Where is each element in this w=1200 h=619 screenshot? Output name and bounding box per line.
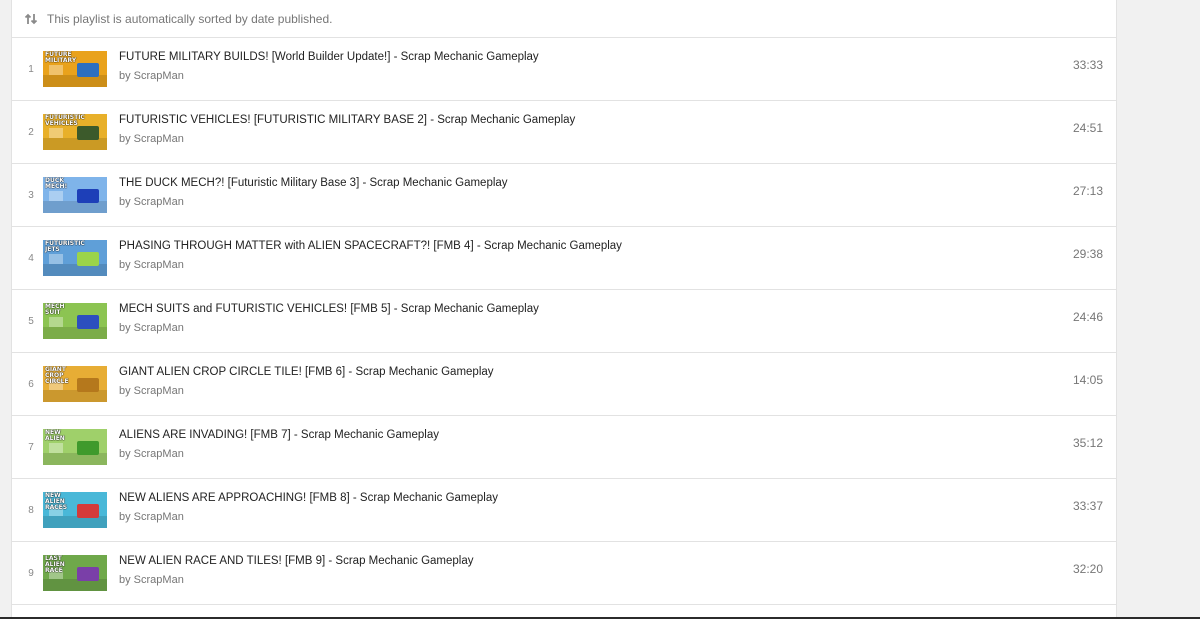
video-title-link[interactable]: PHASING THROUGH MATTER with ALIEN SPACEC… [119, 240, 622, 252]
video-thumbnail[interactable]: NEW ALIEN [43, 429, 107, 465]
thumbnail-caption: FUTURISTIC JETS [45, 240, 85, 253]
video-owner[interactable]: by ScrapMan [119, 70, 184, 82]
video-thumbnail[interactable]: FUTURISTIC VEHICLES [43, 114, 107, 150]
playlist-video-row[interactable]: 9 LAST ALIEN RACE NEW ALIEN RACE AND TIL… [12, 542, 1116, 605]
playlist-video-row[interactable]: 8 NEW ALIEN RACES NEW ALIENS ARE APPROAC… [12, 479, 1116, 542]
video-title-link[interactable]: THE DUCK MECH?! [Futuristic Military Bas… [119, 177, 508, 189]
playlist-video-row[interactable]: 1 FUTURE MILITARY FUTURE MILITARY BUILDS… [12, 38, 1116, 101]
video-thumbnail[interactable]: LAST ALIEN RACE [43, 555, 107, 591]
sort-notice: This playlist is automatically sorted by… [12, 0, 1116, 38]
thumbnail-subject [77, 126, 99, 140]
playlist-video-row[interactable]: 7 NEW ALIEN ALIENS ARE INVADING! [FMB 7]… [12, 416, 1116, 479]
video-thumbnail[interactable]: NEW ALIEN RACES [43, 492, 107, 528]
video-duration: 33:33 [1072, 58, 1103, 72]
video-thumbnail[interactable]: DUCK MECH! [43, 177, 107, 213]
thumbnail-shape [49, 254, 63, 264]
video-title-link[interactable]: NEW ALIEN RACE AND TILES! [FMB 9] - Scra… [119, 555, 473, 567]
video-thumbnail[interactable]: MECH SUIT [43, 303, 107, 339]
video-owner[interactable]: by ScrapMan [119, 511, 184, 523]
thumbnail-subject [77, 252, 99, 266]
video-owner[interactable]: by ScrapMan [119, 574, 184, 586]
video-owner[interactable]: by ScrapMan [119, 133, 184, 145]
playlist-video-row[interactable]: 3 DUCK MECH! THE DUCK MECH?! [Futuristic… [12, 164, 1116, 227]
video-owner[interactable]: by ScrapMan [119, 322, 184, 334]
thumbnail-shape [49, 65, 63, 75]
video-duration: 29:38 [1072, 247, 1103, 261]
video-thumbnail[interactable]: FUTURISTIC JETS [43, 240, 107, 276]
video-duration: 33:37 [1072, 499, 1103, 513]
playlist-video-row[interactable]: 4 FUTURISTIC JETS PHASING THROUGH MATTER… [12, 227, 1116, 290]
video-thumbnail[interactable]: GIANT CROP CIRCLE [43, 366, 107, 402]
thumbnail-caption: NEW ALIEN [45, 429, 65, 442]
thumbnail-caption: LAST ALIEN RACE [45, 555, 65, 574]
thumbnail-subject [77, 504, 99, 518]
thumbnail-caption: NEW ALIEN RACES [45, 492, 68, 511]
video-title-link[interactable]: NEW ALIENS ARE APPROACHING! [FMB 8] - Sc… [119, 492, 498, 504]
thumbnail-shape [49, 128, 63, 138]
thumbnail-caption: MECH SUIT [45, 303, 65, 316]
sort-notice-text: This playlist is automatically sorted by… [47, 11, 333, 26]
video-title-link[interactable]: ALIENS ARE INVADING! [FMB 7] - Scrap Mec… [119, 429, 439, 441]
video-owner[interactable]: by ScrapMan [119, 196, 184, 208]
thumbnail-shape [49, 443, 63, 453]
playlist-video-row[interactable]: 6 GIANT CROP CIRCLE GIANT ALIEN CROP CIR… [12, 353, 1116, 416]
thumbnail-subject [77, 441, 99, 455]
video-owner[interactable]: by ScrapMan [119, 385, 184, 397]
video-title-link[interactable]: MECH SUITS and FUTURISTIC VEHICLES! [FMB… [119, 303, 539, 315]
video-duration: 27:13 [1072, 184, 1103, 198]
video-duration: 35:12 [1072, 436, 1103, 450]
sort-icon [24, 12, 38, 26]
video-duration: 24:46 [1072, 310, 1103, 324]
thumbnail-subject [77, 63, 99, 77]
thumbnail-subject [77, 567, 99, 581]
video-duration: 24:51 [1072, 121, 1103, 135]
thumbnail-subject [77, 315, 99, 329]
video-owner[interactable]: by ScrapMan [119, 448, 184, 460]
video-thumbnail[interactable]: FUTURE MILITARY [43, 51, 107, 87]
thumbnail-caption: GIANT CROP CIRCLE [45, 366, 69, 385]
video-title-link[interactable]: FUTURE MILITARY BUILDS! [World Builder U… [119, 51, 539, 63]
video-owner[interactable]: by ScrapMan [119, 259, 184, 271]
video-title-link[interactable]: GIANT ALIEN CROP CIRCLE TILE! [FMB 6] - … [119, 366, 494, 378]
playlist-video-row[interactable]: 5 MECH SUIT MECH SUITS and FUTURISTIC VE… [12, 290, 1116, 353]
thumbnail-subject [77, 189, 99, 203]
playlist-panel: This playlist is automatically sorted by… [11, 0, 1117, 619]
thumbnail-subject [77, 378, 99, 392]
thumbnail-caption: FUTURISTIC VEHICLES [45, 114, 85, 127]
thumbnail-caption: FUTURE MILITARY [45, 51, 77, 64]
thumbnail-shape [49, 191, 63, 201]
playlist-video-row[interactable]: 2 FUTURISTIC VEHICLES FUTURISTIC VEHICLE… [12, 101, 1116, 164]
video-duration: 14:05 [1072, 373, 1103, 387]
thumbnail-shape [49, 317, 63, 327]
thumbnail-caption: DUCK MECH! [45, 177, 68, 190]
video-title-link[interactable]: FUTURISTIC VEHICLES! [FUTURISTIC MILITAR… [119, 114, 575, 126]
video-duration: 32:20 [1072, 562, 1103, 576]
video-list: 1 FUTURE MILITARY FUTURE MILITARY BUILDS… [12, 38, 1116, 605]
